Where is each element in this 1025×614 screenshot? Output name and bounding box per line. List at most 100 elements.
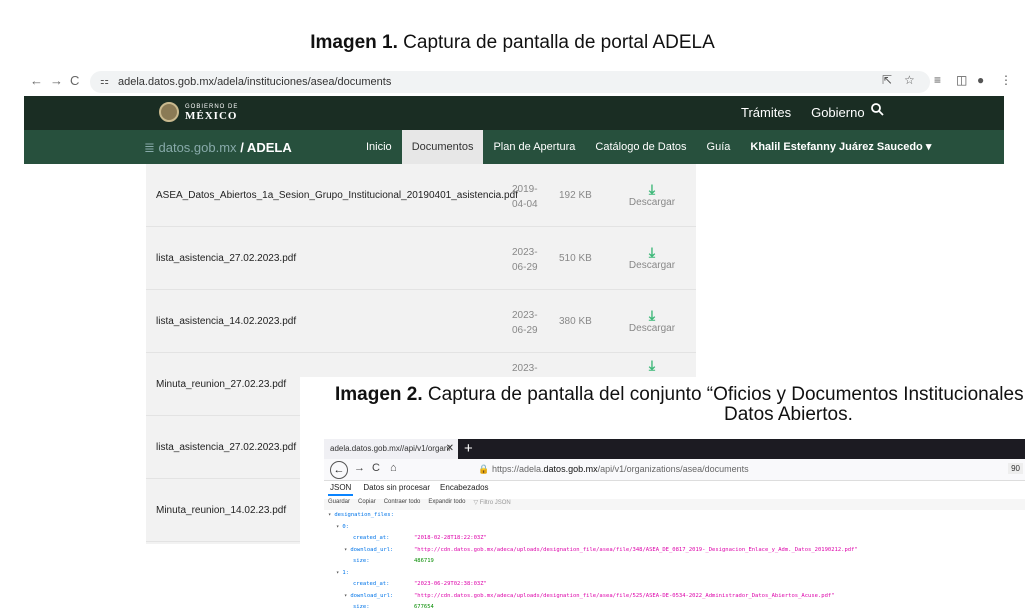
json-value: "2018-02-28T18:22:03Z"	[414, 535, 487, 541]
json-key[interactable]: designation_files:	[334, 512, 394, 518]
caption-2-label: Imagen 2.	[335, 384, 423, 405]
address-bar[interactable]: 🔒 https://adela.datos.gob.mx/api/v1/orga…	[474, 461, 1025, 478]
browser-toolbar: ← → C ⚏ adela.datos.gob.mx/adela/institu…	[22, 70, 1025, 94]
reading-list-icon[interactable]: ≡	[934, 73, 941, 87]
reload-icon[interactable]: C	[70, 73, 79, 88]
file-name: lista_asistencia_14.02.2023.pdf	[156, 316, 297, 327]
caption-2-line1: Captura de pantalla del conjunto “Oficio…	[422, 384, 1024, 405]
json-viewer-toolbar: Guardar Copiar Contraer todo Expandir to…	[324, 499, 1025, 510]
collapse-all-button[interactable]: Contraer todo	[384, 499, 421, 510]
json-tree: ▾ designation_files: ▾ 0: created_at: "2018…	[324, 510, 858, 614]
json-value: "http://cdn.datos.gob.mx/adeca/uploads/d…	[414, 592, 835, 599]
tab-headers[interactable]: Encabezados	[440, 483, 488, 496]
table-row: ASEA_Datos_Abiertos_1a_Sesion_Grupo_Inst…	[146, 164, 696, 227]
json-key: created_at:	[353, 535, 390, 541]
install-icon[interactable]: ⇱	[882, 73, 892, 87]
file-name: ASEA_Datos_Abiertos_1a_Sesion_Grupo_Inst…	[156, 190, 518, 201]
close-tab-icon[interactable]: ✕	[446, 439, 454, 459]
nav-documentos[interactable]: Documentos	[401, 130, 484, 164]
caption-1-text: Captura de pantalla de portal ADELA	[397, 32, 715, 53]
save-button[interactable]: Guardar	[328, 499, 350, 510]
file-date: 2019- 04-04	[512, 184, 538, 210]
json-key[interactable]: download_url:	[350, 593, 393, 599]
json-filter-input[interactable]: ▽ Filtro JSON	[473, 499, 510, 510]
star-icon[interactable]: ☆	[904, 73, 915, 87]
json-key: size:	[353, 604, 370, 610]
reload-icon[interactable]: C	[372, 462, 380, 474]
brand-datos: ≣ datos.gob.mx	[144, 140, 237, 155]
download-button[interactable]: ⤓ Descargar	[628, 244, 676, 271]
tab-raw-data[interactable]: Datos sin procesar	[363, 483, 430, 496]
url-path: /api/v1/organizations/asea/documents	[597, 464, 749, 474]
nav-inicio[interactable]: Inicio	[356, 130, 402, 164]
nav-gobierno[interactable]: Gobierno	[811, 105, 864, 120]
seal-icon	[159, 102, 179, 122]
forward-arrow-icon[interactable]: →	[354, 462, 365, 474]
caption-2-line2: Datos Abiertos.	[724, 404, 853, 425]
gob-mx-logo[interactable]: GOBIERNO DE MÉXICO	[159, 102, 238, 122]
new-tab-icon[interactable]: +	[464, 439, 473, 459]
json-key[interactable]: 0:	[342, 524, 349, 530]
back-arrow-icon[interactable]: ←	[30, 73, 43, 88]
browser-tab[interactable]: adela.datos.gob.mx//api/v1/organi ✕	[324, 439, 458, 459]
tab-title: adela.datos.gob.mx//api/v1/organi	[330, 444, 451, 453]
menu-icon[interactable]: ⋮	[1000, 73, 1012, 87]
profile-icon[interactable]: ●	[977, 73, 984, 87]
caption-1-label: Imagen 1.	[310, 32, 398, 53]
file-date: 2023- 06-29	[512, 247, 538, 273]
table-row: lista_asistencia_27.02.2023.pdf 2023- 06-…	[146, 227, 696, 290]
json-value: 677654	[414, 604, 434, 610]
json-viewer-tabs: JSON Datos sin procesar Encabezados	[324, 483, 489, 496]
file-size: 192 KB	[559, 190, 592, 201]
json-value: "http://cdn.datos.gob.mx/adeca/uploads/d…	[414, 546, 858, 553]
lock-icon: 🔒	[478, 464, 490, 474]
adela-brand[interactable]: ≣ datos.gob.mx / ADELA	[144, 140, 292, 156]
json-key: size:	[353, 558, 370, 564]
download-button[interactable]: ⤓ Descargar	[628, 307, 676, 334]
side-panel-icon[interactable]: ◫	[956, 73, 967, 87]
download-icon: ⤓	[648, 357, 656, 373]
url-domain: datos.gob.mx	[543, 464, 598, 474]
nav-catalogo[interactable]: Catálogo de Datos	[585, 130, 696, 164]
download-button[interactable]: ⤓	[628, 357, 676, 373]
json-key[interactable]: download_url:	[350, 547, 393, 553]
address-bar[interactable]: ⚏ adela.datos.gob.mx/adela/instituciones…	[90, 71, 930, 93]
copy-button[interactable]: Copiar	[358, 499, 376, 510]
user-menu[interactable]: Khalil Estefanny Juárez Saucedo ▾	[740, 130, 941, 164]
json-key[interactable]: 1:	[342, 570, 349, 576]
brand-adela: / ADELA	[240, 140, 292, 155]
download-label: Descargar	[628, 323, 676, 334]
nav-tramites[interactable]: Trámites	[741, 105, 791, 120]
gob-header: GOBIERNO DE MÉXICO Trámites Gobierno	[24, 96, 1004, 130]
file-size: 380 KB	[559, 316, 592, 327]
logo-big-text: MÉXICO	[185, 110, 238, 122]
forward-arrow-icon[interactable]: →	[50, 73, 63, 88]
search-icon[interactable]	[870, 102, 884, 116]
file-name: lista_asistencia_27.02.2023.pdf	[156, 442, 297, 453]
site-settings-icon[interactable]: ⚏	[100, 71, 109, 93]
file-date: 2023-	[512, 363, 538, 374]
json-key: created_at:	[353, 581, 390, 587]
expand-all-button[interactable]: Expandir todo	[428, 499, 465, 510]
zoom-level[interactable]: 90	[1008, 463, 1023, 474]
download-label: Descargar	[628, 197, 676, 208]
download-icon: ⤓	[648, 244, 656, 260]
nav-guia[interactable]: Guía	[697, 130, 741, 164]
download-button[interactable]: ⤓ Descargar	[628, 181, 676, 208]
home-icon[interactable]: ⌂	[390, 462, 397, 474]
json-value: 486719	[414, 558, 434, 564]
table-row: lista_asistencia_14.02.2023.pdf 2023- 06-…	[146, 290, 696, 353]
file-size: 510 KB	[559, 253, 592, 264]
address-url: adela.datos.gob.mx/adela/instituciones/a…	[118, 76, 392, 88]
download-icon: ⤓	[648, 181, 656, 197]
file-name: lista_asistencia_27.02.2023.pdf	[156, 253, 297, 264]
nav-plan-apertura[interactable]: Plan de Apertura	[483, 130, 585, 164]
download-label: Descargar	[628, 260, 676, 271]
caption-imagen-1: Imagen 1. Captura de pantalla de portal …	[0, 32, 1025, 54]
tab-json[interactable]: JSON	[328, 483, 354, 496]
back-arrow-icon[interactable]: ←	[330, 461, 348, 479]
file-name: Minuta_reunion_27.02.23.pdf	[156, 379, 287, 390]
browser-2-toolbar: ← → C ⌂ 🔒 https://adela.datos.gob.mx/api…	[324, 459, 1025, 481]
file-date: 2023- 06-29	[512, 310, 538, 336]
caption-imagen-2: Imagen 2. Captura de pantalla del conjun…	[335, 384, 1024, 406]
